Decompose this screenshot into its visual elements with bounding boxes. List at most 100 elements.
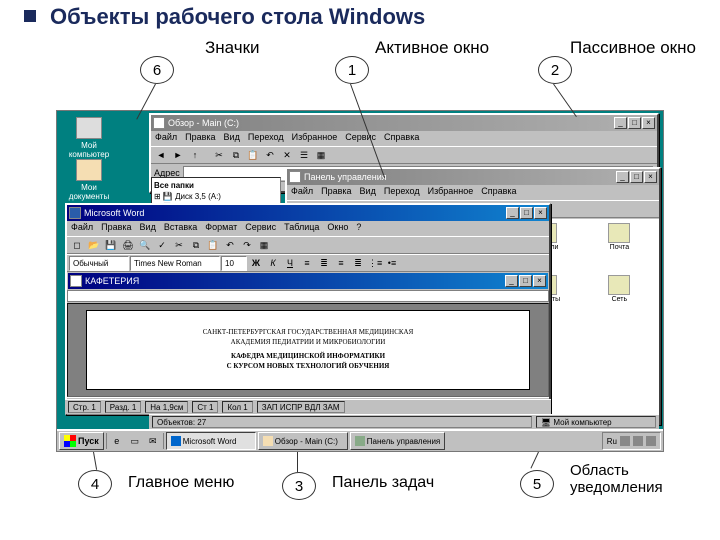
- maximize-button[interactable]: □: [628, 117, 641, 129]
- menubar-explorer[interactable]: Файл Правка Вид Переход Избранное Сервис…: [151, 131, 657, 146]
- titlebar-explorer[interactable]: Обзор - Main (C:) _ □ ×: [151, 115, 657, 131]
- desktop[interactable]: Мой компьютер Мои документы Обзор - Main…: [56, 110, 664, 452]
- desktop-icon-mycomputer[interactable]: Мой компьютер: [61, 117, 117, 159]
- save-button[interactable]: 💾: [103, 238, 119, 253]
- paste-button[interactable]: 📋: [245, 148, 261, 163]
- views-button[interactable]: ▦: [313, 148, 329, 163]
- italic-button[interactable]: К: [265, 256, 281, 271]
- start-button[interactable]: Пуск: [59, 432, 104, 450]
- minimize-button[interactable]: _: [506, 207, 519, 219]
- new-button[interactable]: ◻: [69, 238, 85, 253]
- taskbar-task[interactable]: Обзор - Main (C:): [258, 432, 348, 450]
- minimize-button[interactable]: _: [505, 275, 518, 287]
- paste-button[interactable]: 📋: [205, 238, 221, 253]
- tray-icon[interactable]: [620, 436, 630, 446]
- menu-item[interactable]: Избранное: [428, 186, 474, 199]
- menu-item[interactable]: Справка: [384, 132, 419, 145]
- menu-item[interactable]: Файл: [71, 222, 93, 235]
- justify-button[interactable]: ≣: [350, 256, 366, 271]
- underline-button[interactable]: Ч: [282, 256, 298, 271]
- cut-button[interactable]: ✂: [171, 238, 187, 253]
- status-sec: Разд. 1: [105, 401, 141, 413]
- up-button[interactable]: ↑: [187, 148, 203, 163]
- menu-item[interactable]: Избранное: [292, 132, 338, 145]
- taskbar-task[interactable]: Панель управления: [350, 432, 446, 450]
- bullet-list-button[interactable]: •≡: [384, 256, 400, 271]
- forward-button[interactable]: ►: [170, 148, 186, 163]
- taskbar-task[interactable]: Microsoft Word: [166, 432, 256, 450]
- tray-volume-icon[interactable]: [646, 436, 656, 446]
- menu-item[interactable]: Переход: [384, 186, 420, 199]
- close-button[interactable]: ×: [533, 275, 546, 287]
- desktop-icon-mydocs[interactable]: Мои документы: [61, 159, 117, 201]
- titlebar-word[interactable]: Microsoft Word _ □ ×: [67, 205, 549, 221]
- align-left-button[interactable]: ≡: [299, 256, 315, 271]
- titlebar-control-panel[interactable]: Панель управления _ □ ×: [287, 169, 659, 185]
- menu-item[interactable]: Правка: [321, 186, 351, 199]
- align-center-button[interactable]: ≣: [316, 256, 332, 271]
- numbered-list-button[interactable]: ⋮≡: [367, 256, 383, 271]
- redo-button[interactable]: ↷: [239, 238, 255, 253]
- close-button[interactable]: ×: [642, 117, 655, 129]
- taskbar[interactable]: Пуск e ▭ ✉ Microsoft Word Обзор - Main (…: [57, 429, 663, 451]
- copy-button[interactable]: ⧉: [228, 148, 244, 163]
- menu-item[interactable]: Файл: [291, 186, 313, 199]
- document-page[interactable]: САНКТ-ПЕТЕРБУРГСКАЯ ГОСУДАРСТВЕННАЯ МЕДИ…: [86, 310, 530, 390]
- close-button[interactable]: ×: [534, 207, 547, 219]
- undo-button[interactable]: ↶: [262, 148, 278, 163]
- maximize-button[interactable]: □: [630, 171, 643, 183]
- lang-indicator[interactable]: Ru: [607, 437, 617, 446]
- cp-item[interactable]: Сеть: [584, 275, 655, 325]
- back-button[interactable]: ◄: [153, 148, 169, 163]
- minimize-button[interactable]: _: [614, 117, 627, 129]
- open-button[interactable]: 📂: [86, 238, 102, 253]
- titlebar-document[interactable]: КАФЕТЕРИЯ _ □ ×: [68, 273, 548, 289]
- tray-icon[interactable]: [633, 436, 643, 446]
- menu-item[interactable]: Вид: [360, 186, 376, 199]
- delete-button[interactable]: ✕: [279, 148, 295, 163]
- quicklaunch-desktop-icon[interactable]: ▭: [127, 434, 143, 449]
- size-combo[interactable]: 10: [221, 256, 247, 271]
- menu-item[interactable]: Вид: [140, 222, 156, 235]
- doc-icon: [70, 275, 82, 287]
- maximize-button[interactable]: □: [519, 275, 532, 287]
- menu-item[interactable]: Сервис: [245, 222, 276, 235]
- minimize-button[interactable]: _: [616, 171, 629, 183]
- align-right-button[interactable]: ≡: [333, 256, 349, 271]
- spell-button[interactable]: ✓: [154, 238, 170, 253]
- properties-button[interactable]: ☰: [296, 148, 312, 163]
- preview-button[interactable]: 🔍: [137, 238, 153, 253]
- menu-item[interactable]: Вид: [224, 132, 240, 145]
- style-combo[interactable]: Обычный: [69, 256, 129, 271]
- cp-item[interactable]: Почта: [584, 223, 655, 273]
- cut-button[interactable]: ✂: [211, 148, 227, 163]
- ruler-horizontal[interactable]: [67, 290, 549, 302]
- quicklaunch-ie-icon[interactable]: e: [109, 434, 125, 449]
- close-button[interactable]: ×: [644, 171, 657, 183]
- menu-item[interactable]: Переход: [248, 132, 284, 145]
- menu-item[interactable]: ?: [356, 222, 361, 235]
- bold-button[interactable]: Ж: [248, 256, 264, 271]
- menu-item[interactable]: Правка: [185, 132, 215, 145]
- system-tray[interactable]: Ru: [602, 432, 661, 450]
- menu-item[interactable]: Формат: [205, 222, 237, 235]
- menu-item[interactable]: Окно: [327, 222, 348, 235]
- maximize-button[interactable]: □: [520, 207, 533, 219]
- menu-item[interactable]: Правка: [101, 222, 131, 235]
- menubar-cp[interactable]: Файл Правка Вид Переход Избранное Справк…: [287, 185, 659, 200]
- undo-button[interactable]: ↶: [222, 238, 238, 253]
- menu-item[interactable]: Справка: [481, 186, 516, 199]
- menu-item[interactable]: Таблица: [284, 222, 319, 235]
- toolbar-word-format: Обычный Times New Roman 10 Ж К Ч ≡ ≣ ≡ ≣…: [67, 254, 549, 272]
- table-button[interactable]: ▦: [256, 238, 272, 253]
- quicklaunch-outlook-icon[interactable]: ✉: [145, 434, 161, 449]
- menu-item[interactable]: Файл: [155, 132, 177, 145]
- window-word[interactable]: Microsoft Word _ □ × Файл Правка Вид Вст…: [65, 203, 551, 415]
- menu-item[interactable]: Вставка: [164, 222, 197, 235]
- copy-button[interactable]: ⧉: [188, 238, 204, 253]
- tree-item[interactable]: ⊞ 💾 Диск 3,5 (A:): [154, 191, 278, 202]
- print-button[interactable]: 🖨: [120, 238, 136, 253]
- menubar-word[interactable]: Файл Правка Вид Вставка Формат Сервис Та…: [67, 221, 549, 236]
- font-combo[interactable]: Times New Roman: [130, 256, 220, 271]
- callout-1: 1: [335, 56, 369, 84]
